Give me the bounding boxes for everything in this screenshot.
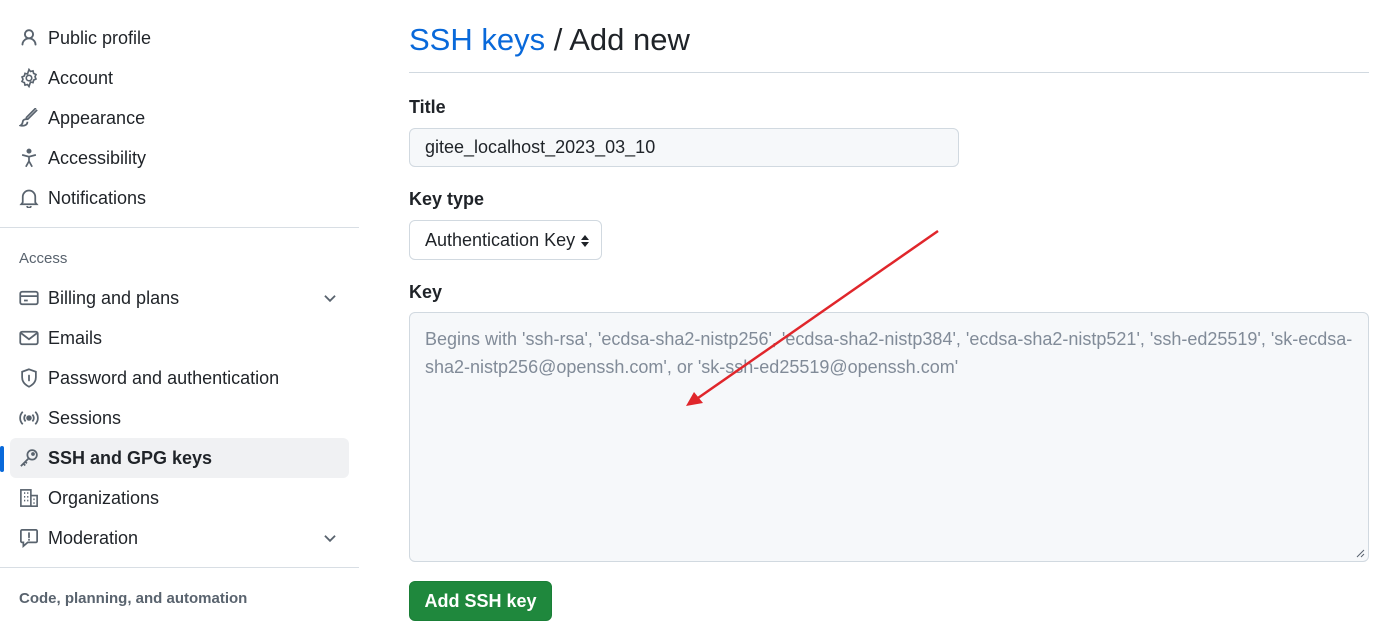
sidebar-item-accessibility[interactable]: Accessibility xyxy=(10,138,349,178)
sidebar-item-label: Billing and plans xyxy=(48,287,180,308)
chevron-down-icon[interactable] xyxy=(321,529,339,547)
resize-handle-icon[interactable] xyxy=(1355,548,1365,558)
active-indicator xyxy=(0,446,4,472)
accessibility-icon xyxy=(18,147,40,169)
key-placeholder-line1: Begins with 'ssh-rsa', 'ecdsa-sha2-nistp… xyxy=(425,329,1353,349)
sidebar-item-label: Appearance xyxy=(48,107,146,128)
section-heading-code-planning: Code, planning, and automation xyxy=(19,590,248,607)
page-title: SSH keys / Add new xyxy=(409,22,690,58)
report-icon xyxy=(18,527,40,549)
sidebar-item-ssh-gpg-keys[interactable]: SSH and GPG keys xyxy=(10,438,349,478)
sidebar-divider xyxy=(0,227,359,228)
sidebar-item-label: Sessions xyxy=(48,407,122,428)
settings-sidebar: Public profile Account Appearance Access… xyxy=(0,0,360,625)
sidebar-divider xyxy=(0,567,359,568)
sidebar-item-sessions[interactable]: Sessions xyxy=(10,398,349,438)
section-heading-access: Access xyxy=(19,250,68,267)
paintbrush-icon xyxy=(18,107,40,129)
key-icon xyxy=(18,447,40,469)
title-input[interactable] xyxy=(409,128,959,167)
sidebar-item-billing[interactable]: Billing and plans xyxy=(10,278,349,318)
sidebar-item-password-auth[interactable]: Password and authentication xyxy=(10,358,349,398)
person-icon xyxy=(18,27,40,49)
key-type-label: Key type xyxy=(409,189,485,209)
sidebar-item-label: Moderation xyxy=(48,527,139,548)
page-title-text: Add new xyxy=(569,22,690,57)
sidebar-item-label: SSH and GPG keys xyxy=(48,447,213,468)
gear-icon xyxy=(18,67,40,89)
sidebar-item-label: Notifications xyxy=(48,187,147,208)
sidebar-item-label: Password and authentication xyxy=(48,367,280,388)
sidebar-item-notifications[interactable]: Notifications xyxy=(10,178,349,218)
sidebar-item-organizations[interactable]: Organizations xyxy=(10,478,349,518)
broadcast-icon xyxy=(18,407,40,429)
credit-card-icon xyxy=(18,287,40,309)
sidebar-item-appearance[interactable]: Appearance xyxy=(10,98,349,138)
key-type-select[interactable]: Authentication Key xyxy=(409,220,602,260)
add-ssh-key-button[interactable]: Add SSH key xyxy=(409,581,552,621)
sidebar-item-label: Account xyxy=(48,67,114,88)
sidebar-item-emails[interactable]: Emails xyxy=(10,318,349,358)
breadcrumb-separator: / xyxy=(545,22,570,57)
sidebar-item-label: Organizations xyxy=(48,487,160,508)
sidebar-item-label: Accessibility xyxy=(48,147,147,168)
sidebar-item-label: Public profile xyxy=(48,27,152,48)
bell-icon xyxy=(18,187,40,209)
mail-icon xyxy=(18,327,40,349)
key-type-value: Authentication Key xyxy=(425,229,576,250)
key-textarea[interactable]: Begins with 'ssh-rsa', 'ecdsa-sha2-nistp… xyxy=(409,312,1369,562)
key-placeholder-line2: sha2-nistp256@openssh.com', or 'sk-ssh-e… xyxy=(425,357,959,377)
title-field-label: Title xyxy=(409,97,446,117)
shield-lock-icon xyxy=(18,367,40,389)
chevron-down-icon[interactable] xyxy=(321,289,339,307)
key-field-label: Key xyxy=(409,282,443,302)
organization-icon xyxy=(18,487,40,509)
select-arrows-icon xyxy=(581,235,589,247)
sidebar-item-label: Emails xyxy=(48,327,103,348)
sidebar-item-public-profile[interactable]: Public profile xyxy=(10,18,349,58)
title-divider xyxy=(409,72,1369,73)
breadcrumb-ssh-keys-link[interactable]: SSH keys xyxy=(409,22,545,57)
sidebar-item-account[interactable]: Account xyxy=(10,58,349,98)
sidebar-item-moderation[interactable]: Moderation xyxy=(10,518,349,558)
